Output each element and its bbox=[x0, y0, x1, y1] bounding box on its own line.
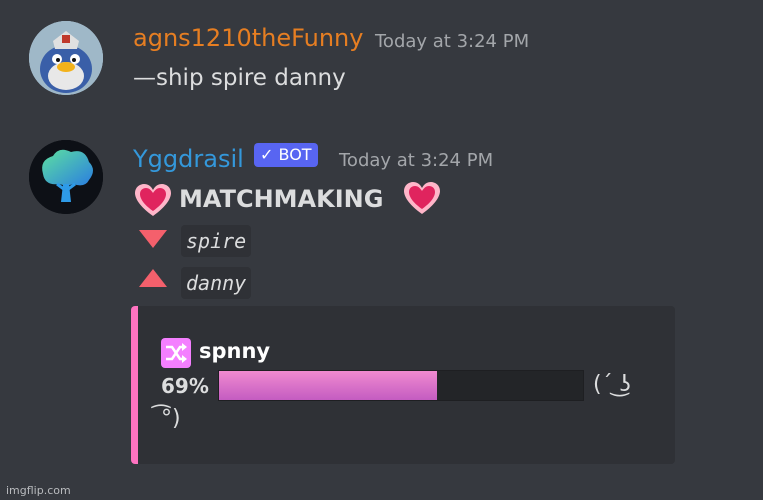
heart-icon bbox=[402, 180, 442, 220]
timestamp[interactable]: Today at 3:24 PM bbox=[375, 31, 529, 52]
compatibility-bar-fill bbox=[219, 371, 438, 400]
name-code-spire: spire bbox=[181, 225, 252, 257]
kaomoji-left: ͡°) bbox=[161, 406, 181, 431]
ship-name: spnny bbox=[199, 339, 271, 363]
name-code-danny: danny bbox=[181, 267, 252, 299]
down-triangle-icon bbox=[138, 229, 168, 253]
bot-tag-label: BOT bbox=[278, 145, 312, 164]
message-content: —ship spire danny bbox=[133, 65, 346, 91]
compatibility-bar bbox=[218, 370, 584, 401]
ship-embed: spnny 69% (´ ͜ʖ ͡°) bbox=[131, 306, 675, 464]
shuffle-icon bbox=[161, 338, 191, 368]
heart-icon bbox=[133, 182, 173, 222]
tree-avatar-icon bbox=[29, 140, 103, 214]
user-avatar[interactable] bbox=[29, 21, 103, 95]
verified-check-icon: ✓ bbox=[260, 145, 274, 164]
bot-name[interactable]: Yggdrasil bbox=[133, 145, 244, 173]
bot-tag: ✓ BOT bbox=[254, 143, 318, 167]
timestamp[interactable]: Today at 3:24 PM bbox=[339, 150, 493, 171]
author-name[interactable]: agns1210theFunny bbox=[133, 24, 363, 52]
bot-avatar[interactable] bbox=[29, 140, 103, 214]
matchmaking-title: MATCHMAKING bbox=[179, 185, 384, 213]
up-triangle-icon bbox=[138, 268, 168, 292]
kaomoji-right: (´ ͜ʖ bbox=[593, 372, 631, 397]
compatibility-percent: 69% bbox=[161, 374, 209, 398]
penguin-avatar-icon bbox=[29, 21, 103, 95]
embed-accent-bar bbox=[131, 306, 138, 464]
watermark: imgflip.com bbox=[6, 484, 71, 497]
